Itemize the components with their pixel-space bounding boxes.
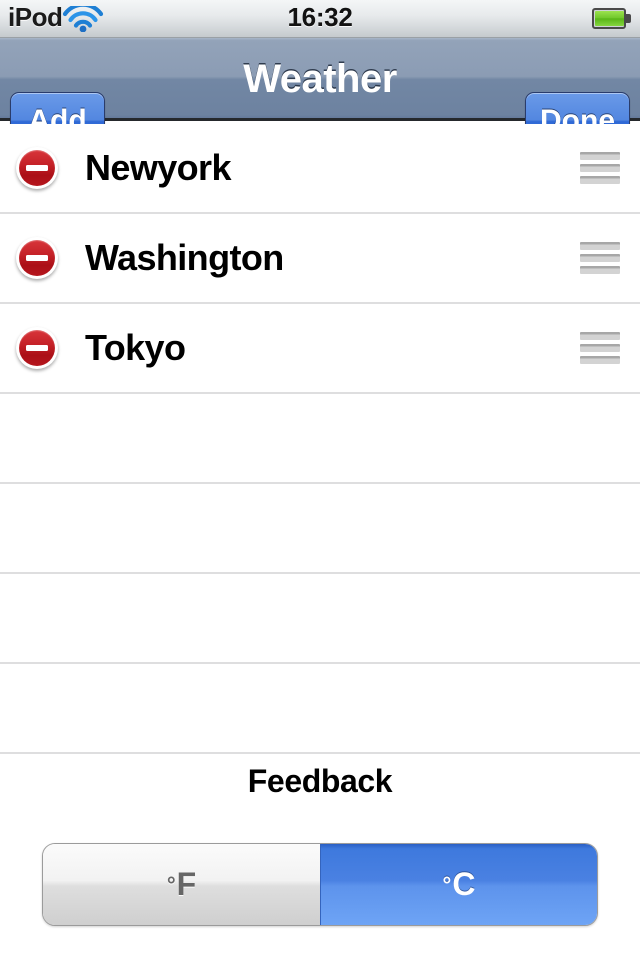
table-row[interactable]: Washington <box>0 214 640 304</box>
table-row[interactable]: Tokyo <box>0 304 640 394</box>
empty-table-row <box>0 664 640 754</box>
segment-fahrenheit-label: F <box>176 866 197 902</box>
city-name-label: Washington <box>85 237 284 278</box>
app-screen: iPod 16:32 Add Weather Done Newyork Wash… <box>0 0 640 960</box>
feedback-heading: Feedback <box>247 763 393 799</box>
degree-symbol: ° <box>442 871 452 897</box>
degree-symbol: ° <box>166 871 176 897</box>
reorder-handle-icon[interactable] <box>580 152 620 184</box>
empty-table-row <box>0 574 640 664</box>
clock-label: 16:32 <box>287 2 353 32</box>
delete-minus-icon[interactable] <box>16 147 58 189</box>
status-bar: iPod 16:32 <box>0 0 640 38</box>
city-name-label: Newyork <box>85 147 231 188</box>
delete-minus-icon[interactable] <box>16 237 58 279</box>
empty-table-row <box>0 394 640 484</box>
empty-table-row <box>0 484 640 574</box>
city-list: Newyork Washington Tokyo <box>0 124 640 764</box>
battery-full-icon <box>592 8 632 29</box>
segment-fahrenheit[interactable]: ° F <box>43 844 320 925</box>
temperature-unit-segmented-control[interactable]: ° F ° C <box>42 843 598 926</box>
delete-minus-icon[interactable] <box>16 327 58 369</box>
reorder-handle-icon[interactable] <box>580 332 620 364</box>
table-row[interactable]: Newyork <box>0 124 640 214</box>
reorder-handle-icon[interactable] <box>580 242 620 274</box>
city-name-label: Tokyo <box>85 327 186 368</box>
navigation-bar: Add Weather Done <box>0 38 640 150</box>
segment-celsius-label: C <box>452 866 476 902</box>
segment-celsius[interactable]: ° C <box>320 844 597 925</box>
